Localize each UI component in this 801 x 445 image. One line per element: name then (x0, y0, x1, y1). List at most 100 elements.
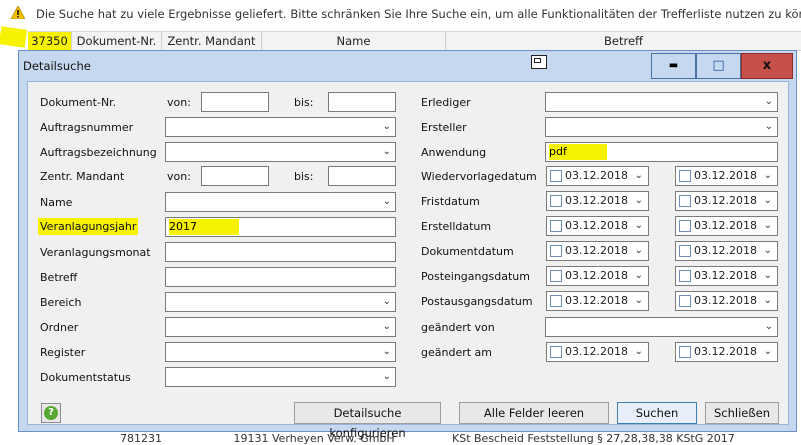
zentr-mandant-to-input[interactable] (328, 166, 396, 186)
geaendert-am-from-picker[interactable]: 03.12.2018 ⌄ (546, 342, 649, 362)
postausgangsdatum-to-picker[interactable]: 03.12.2018 ⌄ (675, 291, 778, 311)
fristdatum-from-picker[interactable]: 03.12.2018 ⌄ (546, 191, 649, 211)
dock-window-icon[interactable] (531, 55, 547, 69)
label-anwendung: Anwendung (421, 146, 487, 159)
label-auftragsbezeichnung: Auftragsbezeichnung (40, 146, 157, 159)
date-checkbox[interactable] (679, 270, 691, 282)
chevron-down-icon: ⌄ (634, 245, 643, 256)
minimize-button[interactable]: ▬ (651, 53, 696, 79)
erstelldatum-from-picker[interactable]: 03.12.2018 ⌄ (546, 216, 649, 236)
label-geaendert-von: geändert von (421, 321, 495, 334)
dokumentdatum-from-picker[interactable]: 03.12.2018 ⌄ (546, 241, 649, 261)
date-checkbox[interactable] (550, 245, 562, 257)
configure-detailsuche-button[interactable]: Detailsuche konfigurieren (294, 402, 441, 440)
column-betreff[interactable]: Betreff (446, 32, 801, 51)
date-checkbox[interactable] (550, 270, 562, 282)
date-checkbox[interactable] (550, 346, 562, 358)
chevron-down-icon: ⌄ (634, 295, 643, 306)
label-bereich: Bereich (40, 296, 82, 309)
table-row[interactable]: 781231 19131 Verheyen Verw. GmbH KSt Bes… (120, 432, 735, 445)
label-ordner: Ordner (40, 321, 79, 334)
chevron-down-icon: ⌄ (763, 346, 772, 357)
cell-dokument-nr: 781231 (120, 432, 162, 445)
date-checkbox[interactable] (679, 346, 691, 358)
label-dokument-nr: Dokument-Nr. (40, 96, 117, 109)
erstelldatum-to-picker[interactable]: 03.12.2018 ⌄ (675, 216, 778, 236)
dokument-nr-to-input[interactable] (328, 92, 396, 112)
chevron-down-icon: ⌄ (764, 121, 773, 132)
column-dokument-nr[interactable]: Dokument-Nr. (72, 32, 162, 51)
chevron-down-icon: ⌄ (382, 346, 391, 357)
highlight-mark (0, 26, 28, 48)
label-veranlagungsmonat: Veranlagungsmonat (40, 246, 151, 259)
bereich-select[interactable]: ⌄ (165, 292, 396, 312)
dialog-body: Dokument-Nr. von: bis: Auftragsnummer ⌄ … (27, 81, 789, 440)
help-button[interactable]: ? (41, 403, 61, 423)
label-posteingangsdatum: Posteingangsdatum (421, 270, 530, 283)
postausgangsdatum-from-picker[interactable]: 03.12.2018 ⌄ (546, 291, 649, 311)
chevron-down-icon: ⌄ (382, 121, 391, 132)
date-checkbox[interactable] (679, 245, 691, 257)
date-checkbox[interactable] (550, 195, 562, 207)
name-select[interactable]: ⌄ (165, 192, 396, 212)
date-checkbox[interactable] (679, 220, 691, 232)
label-von: von: (167, 96, 191, 109)
erlediger-select[interactable]: ⌄ (545, 92, 778, 112)
wiedervorlagedatum-to-picker[interactable]: 03.12.2018 ⌄ (675, 166, 778, 186)
veranlagungsjahr-input[interactable]: 2017 (165, 217, 396, 237)
cell-betreff: KSt Bescheid Feststellung § 27,28,38,38 … (452, 432, 735, 445)
clear-all-fields-button[interactable]: Alle Felder leeren (459, 402, 609, 424)
auftragsbezeichnung-select[interactable]: ⌄ (165, 142, 396, 162)
chevron-down-icon: ⌄ (764, 321, 773, 332)
column-zentr-mandant[interactable]: Zentr. Mandant (162, 32, 262, 51)
auftragsnummer-select[interactable]: ⌄ (165, 117, 396, 137)
chevron-down-icon: ⌄ (764, 96, 773, 107)
label-dokumentdatum: Dokumentdatum (421, 245, 514, 258)
close-window-button[interactable]: x (741, 53, 793, 79)
label-zentr-mandant: Zentr. Mandant (40, 170, 125, 183)
veranlagungsmonat-input[interactable] (165, 242, 396, 262)
chevron-down-icon: ⌄ (763, 220, 772, 231)
label-register: Register (40, 346, 86, 359)
column-name[interactable]: Name (262, 32, 446, 51)
label-von: von: (167, 170, 191, 183)
chevron-down-icon: ⌄ (763, 170, 772, 181)
label-bis: bis: (294, 96, 314, 109)
date-checkbox[interactable] (679, 295, 691, 307)
warning-text: Die Suche hat zu viele Ergebnisse gelief… (36, 7, 801, 21)
date-checkbox[interactable] (550, 295, 562, 307)
veranlagungsjahr-value: 2017 (169, 219, 239, 235)
chevron-down-icon: ⌄ (634, 346, 643, 357)
date-checkbox[interactable] (550, 170, 562, 182)
label-veranlagungsjahr: Veranlagungsjahr (38, 218, 139, 235)
fristdatum-to-picker[interactable]: 03.12.2018 ⌄ (675, 191, 778, 211)
chevron-down-icon: ⌄ (763, 195, 772, 206)
posteingangsdatum-from-picker[interactable]: 03.12.2018 ⌄ (546, 266, 649, 286)
date-checkbox[interactable] (679, 195, 691, 207)
search-button[interactable]: Suchen (617, 402, 697, 424)
dialog-titlebar[interactable]: Detailsuche ▬ □ x (19, 51, 796, 81)
dokumentdatum-to-picker[interactable]: 03.12.2018 ⌄ (675, 241, 778, 261)
label-geaendert-am: geändert am (421, 346, 493, 359)
label-erlediger: Erlediger (421, 96, 471, 109)
maximize-button[interactable]: □ (696, 53, 741, 79)
label-bis: bis: (294, 170, 314, 183)
label-auftragsnummer: Auftragsnummer (40, 121, 134, 134)
wiedervorlagedatum-from-picker[interactable]: 03.12.2018 ⌄ (546, 166, 649, 186)
date-checkbox[interactable] (679, 170, 691, 182)
zentr-mandant-from-input[interactable] (201, 166, 269, 186)
anwendung-input[interactable]: pdf (545, 142, 778, 162)
betreff-input[interactable] (165, 267, 396, 287)
chevron-down-icon: ⌄ (382, 146, 391, 157)
geaendert-am-to-picker[interactable]: 03.12.2018 ⌄ (675, 342, 778, 362)
dokumentstatus-select[interactable]: ⌄ (165, 367, 396, 387)
date-checkbox[interactable] (550, 220, 562, 232)
ordner-select[interactable]: ⌄ (165, 317, 396, 337)
chevron-down-icon: ⌄ (382, 196, 391, 207)
posteingangsdatum-to-picker[interactable]: 03.12.2018 ⌄ (675, 266, 778, 286)
dokument-nr-from-input[interactable] (201, 92, 269, 112)
ersteller-select[interactable]: ⌄ (545, 117, 778, 137)
geaendert-von-select[interactable]: ⌄ (545, 317, 778, 337)
register-select[interactable]: ⌄ (165, 342, 396, 362)
close-button[interactable]: Schließen (705, 402, 779, 424)
